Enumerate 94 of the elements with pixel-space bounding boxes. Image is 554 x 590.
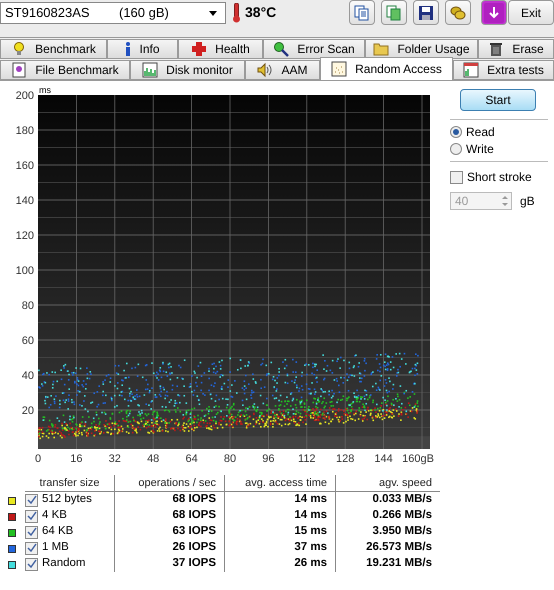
column-header: transfer size bbox=[40, 476, 100, 491]
cross-icon bbox=[191, 41, 208, 57]
x-tick-label: 80 bbox=[224, 453, 236, 465]
thermometer-icon bbox=[232, 2, 241, 22]
y-tick-label: 160 bbox=[16, 160, 34, 172]
x-tick-label: 0 bbox=[34, 453, 42, 465]
y-tick-label: 120 bbox=[16, 230, 34, 242]
column-header: avg. access time bbox=[245, 476, 327, 491]
table-cell-text: 0.266 MB/s bbox=[372, 508, 432, 524]
toolbar-button[interactable] bbox=[413, 0, 440, 25]
checkbox-label: Short stroke bbox=[467, 169, 532, 186]
temperature: 38°C bbox=[245, 3, 276, 22]
checkbox[interactable] bbox=[25, 494, 38, 506]
y-tick-label: 100 bbox=[16, 265, 34, 277]
tab[interactable]: Health bbox=[178, 39, 263, 59]
transfer-size: 512 bytes bbox=[42, 492, 92, 508]
column-header: agv. speed bbox=[378, 476, 432, 491]
drive-model: ST9160823AS bbox=[5, 4, 91, 22]
transfer-size: 4 KB bbox=[42, 508, 67, 524]
drive-dropdown[interactable]: ST9160823AS (160 gB) bbox=[0, 2, 226, 24]
start-button[interactable]: Start bbox=[460, 89, 536, 111]
y-tick-label: 140 bbox=[16, 195, 34, 207]
y-tick-label: 80 bbox=[22, 300, 34, 312]
transfer-size: 1 MB bbox=[42, 540, 69, 556]
y-tick-label: 180 bbox=[16, 125, 34, 137]
tab[interactable]: Disk monitor bbox=[130, 60, 245, 80]
table-cell-text: 37 ms bbox=[294, 540, 327, 556]
table-cell-text: 68 IOPS bbox=[172, 508, 216, 524]
tab[interactable]: Random Access bbox=[320, 57, 453, 80]
table-cell-text: 14 ms bbox=[294, 508, 327, 524]
scatter-icon bbox=[331, 61, 348, 77]
table-cell-text: 68 IOPS bbox=[172, 492, 216, 508]
table-cell-text: 14 ms bbox=[294, 492, 327, 508]
transfer-size: Random bbox=[42, 556, 86, 572]
checkbox[interactable] bbox=[450, 170, 463, 184]
table-cell-text: 26 IOPS bbox=[172, 540, 216, 556]
caret-icon bbox=[209, 8, 217, 16]
tab[interactable]: AAM bbox=[245, 60, 320, 80]
table-cell-text: 37 IOPS bbox=[172, 556, 216, 572]
trash-icon bbox=[488, 41, 504, 57]
y-tick-label: 20 bbox=[22, 405, 34, 417]
toolbar-button[interactable] bbox=[481, 0, 508, 25]
checkbox[interactable] bbox=[25, 526, 38, 538]
checkbox[interactable] bbox=[25, 542, 38, 554]
tab[interactable]: Benchmark bbox=[0, 39, 107, 59]
tab[interactable]: Error Scan bbox=[263, 39, 365, 59]
toolbar-button[interactable] bbox=[349, 0, 376, 25]
table-cell-text: 26.573 MB/s bbox=[366, 540, 432, 556]
y-tick-label: 60 bbox=[22, 335, 34, 347]
magnifier-icon bbox=[273, 41, 290, 57]
unit-label: gB bbox=[520, 193, 535, 210]
x-tick-label: 48 bbox=[147, 453, 160, 465]
tab[interactable]: Erase bbox=[478, 39, 554, 59]
exit-button[interactable]: Exit bbox=[508, 0, 554, 25]
column-header: operations / sec bbox=[138, 476, 216, 491]
radio-option[interactable]: Write bbox=[450, 141, 548, 157]
toolbar-button[interactable] bbox=[445, 0, 472, 25]
drive-capacity: (160 gB) bbox=[119, 4, 170, 22]
table-cell-text: 15 ms bbox=[294, 524, 327, 540]
x-tick-label: 160gB bbox=[402, 453, 434, 465]
transfer-size: 64 KB bbox=[42, 524, 74, 540]
table-cell-text: 26 ms bbox=[294, 556, 327, 572]
tab[interactable]: File Benchmark bbox=[0, 60, 130, 80]
tab[interactable]: Info bbox=[107, 39, 178, 59]
x-tick-label: 112 bbox=[298, 453, 316, 465]
table-cell-text: 63 IOPS bbox=[172, 524, 216, 540]
tab[interactable]: Extra tests bbox=[453, 60, 554, 80]
x-tick-label: 144 bbox=[374, 453, 393, 465]
tab[interactable]: Folder Usage bbox=[365, 39, 478, 59]
table-cell-text: 3.950 MB/s bbox=[372, 524, 432, 540]
toolbar-button[interactable] bbox=[381, 0, 408, 25]
x-tick-label: 32 bbox=[108, 453, 121, 465]
x-tick-label: 128 bbox=[336, 453, 354, 465]
radio-option[interactable]: Read bbox=[450, 124, 548, 140]
y-tick-label: 40 bbox=[22, 370, 34, 382]
copy-image-icon bbox=[386, 4, 402, 20]
table-cell-text: 0.033 MB/s bbox=[372, 492, 432, 508]
copy-icon bbox=[354, 4, 370, 20]
axis-unit: ms bbox=[39, 85, 51, 95]
checkbox[interactable] bbox=[25, 558, 38, 570]
bar-chart-icon bbox=[142, 62, 158, 78]
info-icon bbox=[125, 41, 132, 57]
download-icon bbox=[484, 2, 504, 22]
document-icon bbox=[11, 62, 28, 78]
coins-icon bbox=[450, 4, 466, 20]
checkbox[interactable] bbox=[25, 510, 38, 522]
table-cell-text: 19.231 MB/s bbox=[366, 556, 432, 572]
y-tick-label: 200 bbox=[16, 90, 34, 102]
x-tick-label: 96 bbox=[262, 453, 275, 465]
speaker-icon bbox=[257, 62, 274, 78]
x-tick-label: 16 bbox=[70, 453, 83, 465]
save-icon bbox=[418, 4, 434, 20]
x-tick-label: 64 bbox=[185, 453, 198, 465]
calendar-chart-icon bbox=[463, 62, 480, 78]
